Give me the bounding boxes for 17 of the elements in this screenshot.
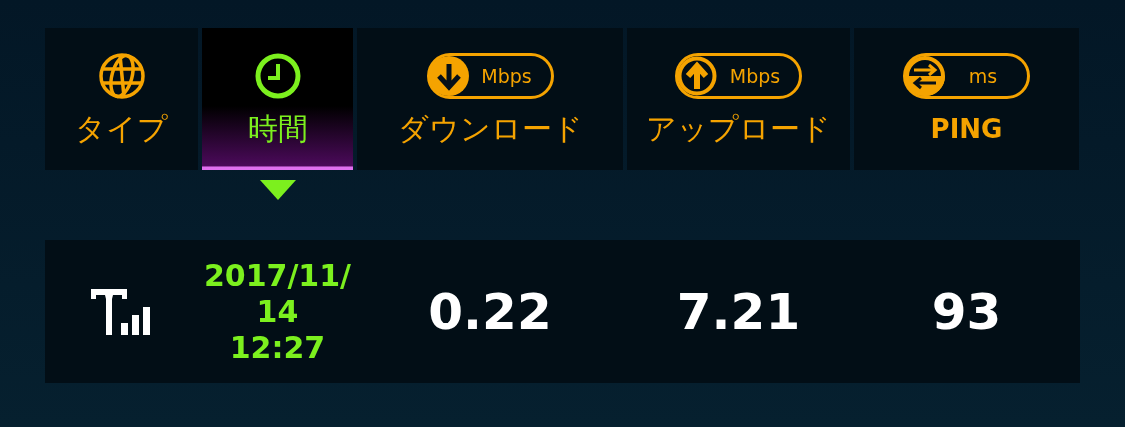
sort-tab[interactable]: 時間 — [202, 28, 353, 170]
swap-arrows-icon — [905, 56, 945, 96]
cell-signal-icon — [90, 288, 153, 335]
sort-tab[interactable]: ms PING — [854, 28, 1079, 170]
ping-value: 93 — [931, 282, 1002, 341]
test-time: 2017/11/ 14 12:27 — [203, 257, 352, 366]
clock-icon — [253, 52, 302, 100]
download-value: 0.22 — [428, 282, 552, 341]
globe-icon — [97, 52, 146, 100]
upload-value: 7.21 — [676, 282, 801, 341]
unit-label: Mbps — [480, 65, 533, 87]
unit-label: ms — [967, 65, 999, 87]
sort-tab[interactable]: Mbps ダウンロード — [357, 28, 623, 170]
sort-tab[interactable]: Mbps アップロード — [627, 28, 850, 170]
unit-label: Mbps — [728, 65, 782, 87]
sort-arrow-icon — [259, 180, 296, 200]
sort-tab[interactable]: タイプ — [45, 28, 198, 170]
